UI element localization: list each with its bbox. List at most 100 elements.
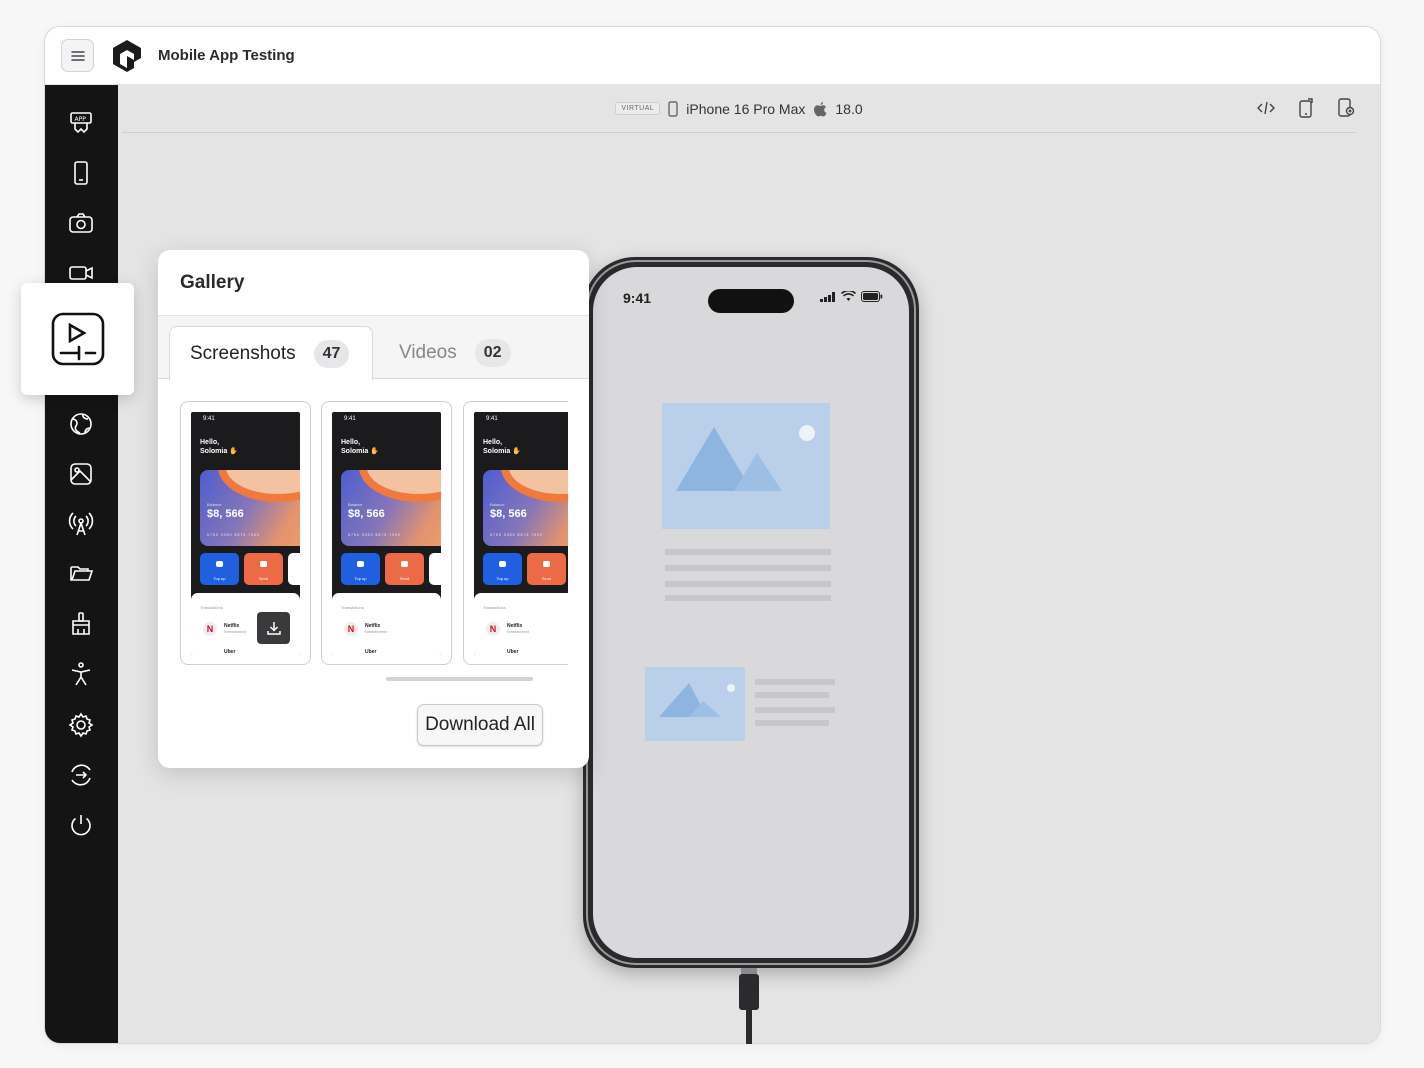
- top-up-label: Top up: [354, 576, 367, 581]
- netflix-logo-icon: N: [203, 622, 217, 636]
- transactions-label: Transactions: [200, 605, 223, 610]
- top-up-tile: Top up: [341, 553, 380, 585]
- thumb-time: 9:41: [344, 416, 356, 422]
- signal-tower-icon[interactable]: [67, 510, 95, 538]
- gallery-media-icon: [51, 312, 104, 366]
- device-settings-icon[interactable]: [1336, 97, 1356, 119]
- dynamic-island: [708, 289, 794, 313]
- balance-label: Balance: [490, 502, 505, 507]
- greeting-text: Hello,: [483, 439, 503, 446]
- screenshot-thumbnail[interactable]: 9:41 Hello, Solomia ✋ Balance $8, 566 5750 …: [321, 401, 452, 665]
- merchant-name: Netflix: [224, 623, 240, 629]
- apple-icon: [814, 101, 827, 116]
- gallery-title: Gallery: [180, 272, 245, 293]
- transactions-sheet: Transactions N Netflix Entertainment Ube…: [474, 593, 568, 655]
- top-up-label: Top up: [496, 576, 509, 581]
- tab-count-badge: 02: [474, 339, 511, 367]
- accessibility-icon[interactable]: [67, 660, 95, 688]
- tab-label: Videos: [399, 342, 457, 363]
- horizontal-scrollbar[interactable]: [386, 677, 533, 681]
- code-icon[interactable]: [1256, 97, 1276, 119]
- download-all-button[interactable]: Download All: [417, 704, 543, 746]
- thumbnail-image: 9:41 Hello, Solomia ✋ Balance $8, 566 5750 …: [332, 412, 441, 655]
- placeholder-text-lines-icon: [665, 549, 831, 601]
- merchant-name: Uber: [507, 649, 519, 655]
- svg-text:APP: APP: [75, 116, 87, 123]
- balance-value: $8, 566: [348, 508, 385, 520]
- app-icon[interactable]: APP: [67, 109, 95, 137]
- merchant-name: Netflix: [507, 623, 523, 629]
- netflix-logo-icon: N: [344, 622, 358, 636]
- screenshot-thumbnail[interactable]: 9:41 Hello, Solomia ✋ Balance $8, 566 5750 …: [180, 401, 311, 665]
- rotate-device-icon[interactable]: [1296, 97, 1316, 119]
- phone-screen[interactable]: 9:41: [593, 267, 909, 958]
- transactions-label: Transactions: [483, 605, 506, 610]
- screenshot-thumbnail[interactable]: 9:41 Hello, Solomia ✋ Balance $8, 566 5750 …: [463, 401, 568, 665]
- balance-value: $8, 566: [207, 508, 244, 520]
- placeholder-thumb-lines-icon: [755, 679, 835, 726]
- power-icon[interactable]: [67, 811, 95, 839]
- virtual-badge: VIRTUAL: [615, 102, 661, 115]
- thumb-time: 9:41: [203, 416, 215, 422]
- top-up-tile: Top up: [200, 553, 239, 585]
- top-up-label: Top up: [213, 576, 226, 581]
- send-tile: Send: [244, 553, 283, 585]
- greeting-name: Solomia: [200, 448, 228, 455]
- title-bar: Mobile App Testing: [45, 27, 1380, 85]
- app-title: Mobile App Testing: [158, 47, 295, 64]
- balance-card: Balance $8, 566 5750 3050 8875 7900: [341, 470, 441, 546]
- hamburger-menu-button[interactable]: [61, 39, 94, 72]
- folder-icon[interactable]: [67, 559, 95, 587]
- switch-icon[interactable]: [67, 761, 95, 789]
- hamburger-icon: [70, 50, 85, 61]
- device-info: VIRTUAL iPhone 16 Pro Max 18.0: [615, 100, 863, 117]
- thumbnail-image: 9:41 Hello, Solomia ✋ Balance $8, 566 5750 …: [474, 412, 568, 655]
- globe-icon[interactable]: [67, 410, 95, 438]
- download-icon: [266, 622, 281, 635]
- tab-videos[interactable]: Videos 02: [379, 326, 531, 380]
- device-toolbar: VIRTUAL iPhone 16 Pro Max 18.0: [122, 85, 1356, 133]
- merchant-category: Entertainment: [224, 630, 246, 634]
- wifi-icon: [841, 291, 856, 301]
- transactions-label: Transactions: [341, 605, 364, 610]
- os-version: 18.0: [835, 100, 863, 117]
- battery-icon: [861, 291, 883, 302]
- tab-label: Screenshots: [190, 342, 296, 364]
- greeting-text: Hello,: [341, 439, 361, 446]
- merchant-category: Entertainment: [365, 630, 387, 634]
- thumb-time: 9:41: [486, 416, 498, 422]
- top-up-tile: Top up: [483, 553, 522, 585]
- greeting-name: Solomia: [483, 448, 511, 455]
- send-tile: Send: [385, 553, 424, 585]
- balance-card: Balance $8, 566 5750 3050 8875 7900: [483, 470, 568, 546]
- card-number: 5750 3050 8875 7900: [348, 533, 402, 537]
- send-tile: Send: [527, 553, 566, 585]
- card-number: 5750 3050 8875 7900: [207, 533, 261, 537]
- sidebar: APP: [45, 85, 118, 1043]
- sidebar-item-gallery[interactable]: [21, 283, 134, 395]
- send-label: Send: [399, 576, 410, 581]
- merchant-name: Netflix: [365, 623, 381, 629]
- placeholder-thumb-image-icon: [645, 667, 745, 741]
- tab-screenshots[interactable]: Screenshots 47: [169, 326, 373, 380]
- send-label: Send: [258, 576, 269, 581]
- merchant-category: Entertainment: [507, 630, 529, 634]
- device-name: iPhone 16 Pro Max: [686, 100, 806, 117]
- cellular-signal-icon: [820, 291, 835, 302]
- download-button[interactable]: [257, 612, 290, 644]
- settings-icon[interactable]: [67, 711, 95, 739]
- usb-cable-icon: [739, 968, 759, 1044]
- phone-outline-icon: [668, 100, 678, 117]
- camera-icon[interactable]: [67, 209, 95, 237]
- transactions-sheet: Transactions N Netflix Entertainment Ube…: [332, 593, 441, 655]
- mobile-device-icon[interactable]: [67, 159, 95, 187]
- balance-label: Balance: [348, 502, 363, 507]
- image-icon[interactable]: [67, 460, 95, 488]
- balance-label: Balance: [207, 502, 222, 507]
- phone-status-time: 9:41: [623, 290, 652, 306]
- merchant-name: Uber: [365, 649, 377, 655]
- card-number: 5750 3050 8875 7900: [490, 533, 544, 537]
- cleaner-icon[interactable]: [67, 610, 95, 638]
- netflix-logo-icon: N: [486, 622, 500, 636]
- greeting-text: Hello,: [200, 439, 220, 446]
